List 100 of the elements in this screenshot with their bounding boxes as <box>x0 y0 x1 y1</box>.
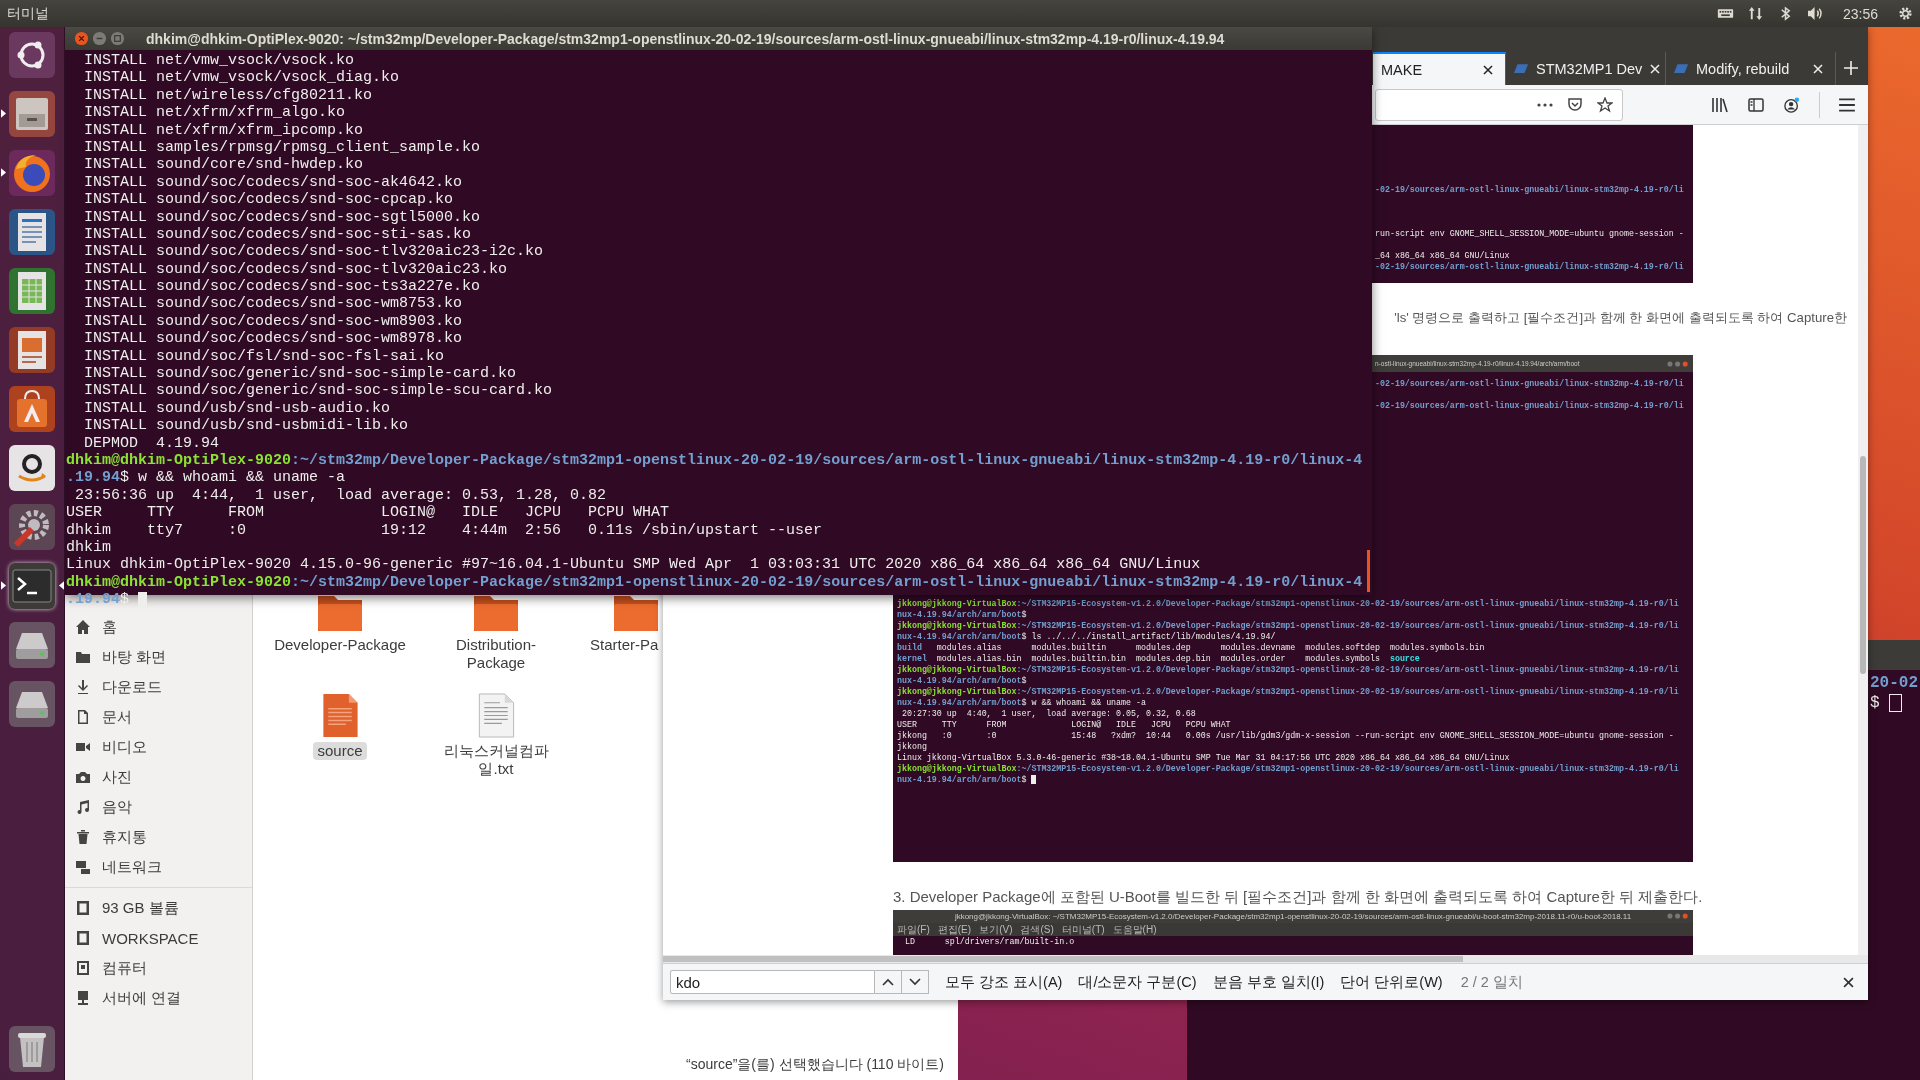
scrollbar[interactable] <box>663 955 1868 963</box>
sidebar-item[interactable]: WORKSPACE <box>102 929 199 947</box>
terminal-line: kernel modules.alias.bin modules.builtin.bin modules.dep.bin modules.order modules.symbols source <box>897 653 1420 664</box>
dash-icon[interactable] <box>8 31 56 79</box>
terminal-line: jkkong :0 :0 15:48 ?xdm? 10:44 0.00s /usr/lib/gdm3/gdm-x-session --run-script env GNOME_SHELL_SESSION_MODE=ubuntu gnome-session - <box>897 730 1674 741</box>
globe-icon[interactable] <box>8 149 56 197</box>
close-icon[interactable] <box>1843 976 1854 988</box>
trash-icon[interactable] <box>8 1025 56 1073</box>
settings-icon[interactable] <box>1897 6 1914 21</box>
sidebar-item[interactable]: 비디오 <box>102 737 147 757</box>
spreadsheet-icon[interactable] <box>8 267 56 315</box>
sidebar-item[interactable]: 서버에 연결 <box>102 988 182 1008</box>
terminal-line: Linux dhkim-OptiPlex-9020 4.15.0-96-generic #97~16.04.1-Ubuntu SMP Wed Apr 1 03:03:31 UTC 2020 x86_64 x86_64 x86_64 GNU/Linux <box>66 556 1201 574</box>
tools-icon[interactable] <box>8 503 56 551</box>
terminal-line: INSTALL sound/soc/codecs/snd-soc-sgtl5000.ko <box>83 208 481 226</box>
browser-tab[interactable]: MAKE <box>1373 52 1506 85</box>
scrollbar[interactable] <box>1858 125 1868 955</box>
new-tab-icon[interactable] <box>1844 61 1858 75</box>
sidebar-item[interactable]: 홈 <box>102 617 117 637</box>
next-button[interactable] <box>902 970 929 994</box>
more-icon[interactable] <box>1537 102 1553 107</box>
network-arrows-icon[interactable] <box>1746 6 1764 21</box>
file-name[interactable]: 리눅스커널컴파일.txt <box>424 742 568 778</box>
sidebar-item[interactable]: 93 GB 볼륨 <box>102 898 179 918</box>
sidebar-item[interactable]: 다운로드 <box>102 677 162 697</box>
drawer-icon[interactable] <box>8 90 56 138</box>
maximize-icon[interactable] <box>110 31 125 46</box>
download-icon <box>75 679 91 695</box>
terminal-line: INSTALL sound/usb/snd-usbmidi-lib.ko <box>83 417 409 435</box>
star-icon[interactable] <box>1597 96 1613 113</box>
terminal-line: nux-4.19.94/arch/arm/boot$ ls ../../../install_artifact/lib/modules/4.19.94/ <box>897 631 1276 642</box>
terminal-line: -02-19/sources/arm-ostl-linux-gnueabi/linux-stm32mp-4.19-r0/li <box>1375 378 1684 389</box>
terminal-line: INSTALL sound/soc/generic/snd-soc-simple-scu-card.ko <box>83 382 553 400</box>
terminal-line: $ <box>1870 693 1880 713</box>
file-name[interactable]: source <box>313 742 367 760</box>
terminal-line: jkkong@jkkong-VirtualBox:~/STM32MP15-Ecosystem-v1.2.0/Developer-Package/stm32mp1-openstlinux-20-02-19/sources/arm-ostl-linux-gnueabi/linux-stm32mp-4.19-r0/li <box>897 686 1679 697</box>
terminal-line: dhkim@dhkim-OptiPlex-9020:~/stm32mp/Developer-Package/stm32mp1-openstlinux-20-02-19/sources/arm-ostl-linux-gnueabi/linux-stm32mp-4.19-r0/linux-4 <box>66 573 1363 592</box>
menu-icon[interactable] <box>1838 96 1856 113</box>
app-name: 터미널 <box>6 4 49 23</box>
file-name[interactable]: Starter-Pa <box>586 636 663 654</box>
find-option[interactable]: 단어 단위로(W) <box>1340 972 1443 992</box>
terminal-line: Linux jkkong-VirtualBox 5.3.0-46-generic #38~18.04.1-Ubuntu SMP Tue Mar 31 04:17:56 UTC 2020 x86_64 x86_64 x86_64 GNU/Linux <box>897 752 1510 763</box>
account-icon[interactable] <box>1783 96 1801 113</box>
instruction-text: 3. Developer Package에 포함된 U-Boot를 빌드한 뒤 [필수조건]과 함께 한 화면에 출력되도록 하여 Capture한 뒤 제출한다. <box>893 887 1704 907</box>
text-file-icon[interactable] <box>477 693 515 738</box>
shopping-bag-icon[interactable] <box>8 385 56 433</box>
document-icon[interactable] <box>8 208 56 256</box>
terminal-line: nux-4.19.94/arch/arm/boot$ <box>897 609 1027 620</box>
close-icon[interactable] <box>1483 64 1493 75</box>
sidebar-item[interactable]: 바탕 화면 <box>102 647 167 667</box>
minimize-icon[interactable] <box>92 31 107 46</box>
terminal-line: .19.94$ <box>66 591 130 609</box>
terminal-line: -02-19/sources/arm-ostl-linux-gnueabi/linux-stm32mp-4.19-r0/li <box>1375 400 1684 411</box>
file-name[interactable]: Developer-Package <box>270 636 410 654</box>
scrollbar[interactable] <box>1367 550 1370 592</box>
terminal-line: nux-4.19.94/arch/arm/boot$ <box>897 774 1027 785</box>
window-buttons-icon <box>1667 913 1689 919</box>
match-count: 2 / 2 일치 <box>1460 972 1523 992</box>
pocket-icon[interactable] <box>1567 96 1583 113</box>
terminal-line: INSTALL sound/soc/codecs/snd-soc-sti-sas.ko <box>83 225 472 244</box>
terminal-line: 20-02 <box>1870 673 1918 693</box>
sidebar-item[interactable]: 휴지통 <box>102 827 147 847</box>
server-icon <box>75 990 91 1006</box>
terminal-line: INSTALL sound/soc/codecs/snd-soc-ak4642.ko <box>83 173 463 192</box>
previous-button[interactable] <box>875 970 902 994</box>
find-option[interactable]: 모두 강조 표시(A) <box>945 972 1063 992</box>
smile-icon[interactable] <box>8 444 56 492</box>
sidebar-item[interactable]: 컴퓨터 <box>102 958 147 978</box>
find-option[interactable]: 대/소문자 구분(C) <box>1078 972 1197 992</box>
terminal-line: _64 x86_64 x86_64 GNU/Linux <box>1375 250 1510 261</box>
drive-icon <box>75 930 91 946</box>
terminal-line: INSTALL sound/soc/codecs/snd-soc-wm8753.ko <box>83 295 463 313</box>
terminal-icon[interactable] <box>8 562 56 610</box>
sidebar-item[interactable]: 문서 <box>102 707 132 727</box>
window-buttons-icon <box>1667 360 1689 367</box>
terminal-line: INSTALL sound/soc/codecs/snd-soc-wm8978.ko <box>83 330 463 348</box>
address-field[interactable] <box>1375 88 1623 121</box>
find-field[interactable]: kdo <box>670 970 875 994</box>
find-option[interactable]: 분음 부호 일치(I) <box>1212 972 1325 992</box>
terminal-line: INSTALL sound/soc/generic/snd-soc-simple-card.ko <box>83 365 517 383</box>
sidebar-item[interactable]: 사진 <box>102 767 132 787</box>
keyboard-icon[interactable] <box>1716 6 1734 21</box>
sidebar-item[interactable]: 네트워크 <box>102 857 162 877</box>
library-icon[interactable] <box>1711 96 1729 113</box>
sidebar-icon[interactable] <box>1747 96 1765 113</box>
terminal-line: INSTALL sound/soc/codecs/snd-soc-ts3a227e.ko <box>83 278 481 296</box>
terminal-line: nux-4.19.94/arch/arm/boot$ <box>897 675 1027 686</box>
terminal-line: INSTALL sound/soc/codecs/snd-soc-wm8903.ko <box>83 312 463 331</box>
terminal-line: 23:56:36 up 4:44, 1 user, load average: 0.53, 1.28, 0.82 <box>74 486 607 505</box>
presentation-icon[interactable] <box>8 326 56 374</box>
terminal-line: INSTALL sound/soc/codecs/snd-soc-tlv320aic23.ko <box>83 260 508 279</box>
status-message: “source”을(를) 선택했습니다 (110 바이트) <box>686 1056 944 1074</box>
terminal-line: INSTALL net/xfrm/xfrm_ipcomp.ko <box>83 121 364 139</box>
home-icon <box>75 619 91 635</box>
music-icon <box>75 799 91 815</box>
terminal-line: -02-19/sources/arm-ostl-linux-gnueabi/linux-stm32mp-4.19-r0/li <box>1375 184 1684 195</box>
clock[interactable]: 23:56 <box>1842 5 1878 22</box>
file-name[interactable]: Distribution-Package <box>424 636 568 672</box>
sidebar-item[interactable]: 음악 <box>102 797 132 817</box>
volume-icon[interactable] <box>1806 6 1824 21</box>
